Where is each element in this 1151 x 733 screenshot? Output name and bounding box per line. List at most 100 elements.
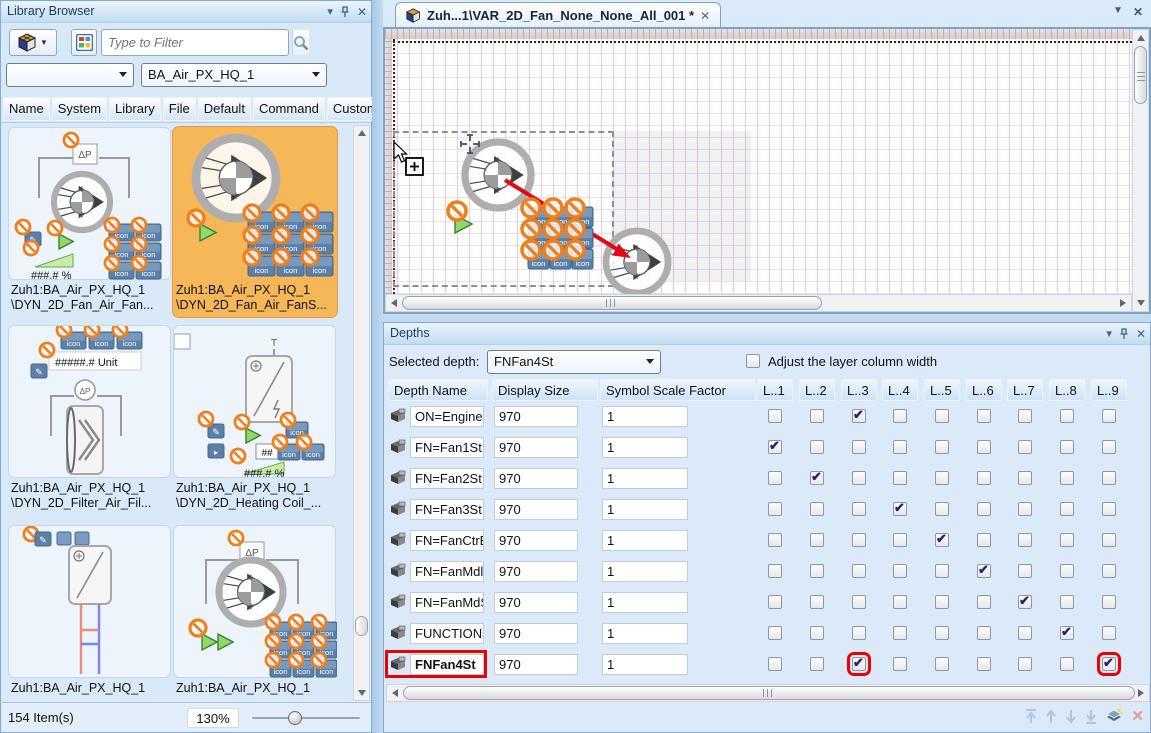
layer-checkbox-L9[interactable] [1102,502,1116,516]
layer-checkbox-L9[interactable] [1102,440,1116,454]
display-size-field[interactable]: 970 [494,499,578,520]
layer-checkbox-L5[interactable] [935,502,949,516]
library-dropdown-2[interactable]: BA_Air_PX_HQ_1 [141,63,327,87]
layer-checkbox-L7[interactable] [1018,626,1032,640]
depth-row[interactable]: FN=Fan3St9701 [384,494,1150,525]
library-item-thumbnail[interactable]: ΔP ✎ ###.# % icon icon icon icon icon [8,127,171,280]
layer-checkbox-L2[interactable] [810,409,824,423]
layer-checkbox-L4[interactable] [893,564,907,578]
panel-menu-icon[interactable]: ▾ [327,7,333,18]
layer-checkbox-L8[interactable] [1060,409,1074,423]
layer-checkbox-L8[interactable] [1060,502,1074,516]
column-header-layer[interactable]: L..9 [1091,379,1127,401]
layer-checkbox-L2[interactable] [810,595,824,609]
layer-checkbox-L1[interactable] [768,657,782,671]
layer-checkbox-L3[interactable] [852,657,866,671]
layer-checkbox-L6[interactable] [977,595,991,609]
depth-name-field[interactable]: FN=FanMdlt|F [410,561,484,582]
depth-name-field[interactable]: FN=Fan3St [410,499,484,520]
layer-checkbox-L4[interactable] [893,657,907,671]
pin-icon[interactable] [340,6,350,18]
adjust-width-checkbox[interactable] [746,354,760,368]
depth-row[interactable]: FN=FanCtrByp9701 [384,525,1150,556]
display-size-field[interactable]: 970 [494,561,578,582]
scale-factor-field[interactable]: 1 [602,437,688,458]
library-tab-default[interactable]: Default [198,97,251,121]
layer-checkbox-L9[interactable] [1102,626,1116,640]
column-header-layer[interactable]: L..6 [966,379,1002,401]
scale-factor-field[interactable]: 1 [602,468,688,489]
library-tab-system[interactable]: System [52,97,107,121]
layer-checkbox-L9[interactable] [1102,657,1116,671]
depth-row[interactable]: FNFan4St9701 [384,649,1150,680]
column-header-layer[interactable]: L..3 [841,379,877,401]
display-size-field[interactable]: 970 [494,623,578,644]
zoom-slider[interactable] [252,717,360,719]
layer-checkbox-L4[interactable] [893,595,907,609]
library-tab-command[interactable]: Command [253,97,325,121]
library-item-thumbnail[interactable]: T✎ ▸ ## icon icon icon ###.# % [173,325,336,478]
drawing-canvas[interactable]: icon icon icon icon icon icon icon icon … [385,39,1132,294]
depth-row[interactable]: FN=Fan2St9701 [384,463,1150,494]
move-up-icon[interactable] [1045,709,1057,724]
layer-checkbox-L4[interactable] [893,471,907,485]
library-item-thumbnail[interactable]: ΔP icon icon icon icon icon icon [173,525,336,678]
library-tab-library[interactable]: Library [109,97,161,121]
layers-icon[interactable] [1105,708,1123,724]
layer-checkbox-L3[interactable] [852,533,866,547]
panel-splitter[interactable] [372,0,383,733]
layer-checkbox-L8[interactable] [1060,564,1074,578]
scroll-up-icon[interactable] [358,130,366,136]
layer-checkbox-L6[interactable] [977,564,991,578]
layer-checkbox-L3[interactable] [852,626,866,640]
scale-factor-field[interactable]: 1 [602,530,688,551]
depth-name-field[interactable]: FN=Fan2St [410,468,484,489]
scrollbar-thumb[interactable] [402,296,822,310]
layer-checkbox-L3[interactable] [852,502,866,516]
layer-checkbox-L5[interactable] [935,440,949,454]
layer-checkbox-L2[interactable] [810,471,824,485]
display-size-field[interactable]: 970 [494,592,578,613]
layer-checkbox-L6[interactable] [977,471,991,485]
pin-icon[interactable] [1119,328,1129,340]
layer-checkbox-L3[interactable] [852,471,866,485]
layer-checkbox-L2[interactable] [810,626,824,640]
library-item[interactable]: ΔP icon icon icon icon icon icon [173,525,337,702]
filter-input[interactable] [102,30,292,55]
layer-checkbox-L8[interactable] [1060,533,1074,547]
move-bottom-icon[interactable] [1085,709,1097,724]
panel-menu-icon[interactable]: ▾ [1106,329,1112,340]
layer-checkbox-L9[interactable] [1102,471,1116,485]
delete-icon[interactable]: ✕ [1131,707,1144,725]
layer-checkbox-L2[interactable] [810,502,824,516]
display-size-field[interactable]: 970 [494,406,578,427]
layer-checkbox-L5[interactable] [935,657,949,671]
layer-checkbox-L5[interactable] [935,471,949,485]
layer-checkbox-L5[interactable] [935,533,949,547]
symbol-type-button[interactable]: ▼ [9,29,57,56]
display-size-field[interactable]: 970 [494,654,578,675]
layer-checkbox-L6[interactable] [977,626,991,640]
layer-checkbox-L1[interactable] [768,409,782,423]
tab-list-icon[interactable]: ▼ [1113,5,1123,19]
library-dropdown-1[interactable] [6,63,134,87]
scroll-down-icon[interactable] [358,690,366,696]
move-down-icon[interactable] [1065,709,1077,724]
tab-close-icon[interactable]: ✕ [700,9,710,23]
layer-checkbox-L4[interactable] [893,409,907,423]
scrollbar-thumb[interactable] [355,616,368,636]
layer-checkbox-L9[interactable] [1102,533,1116,547]
library-scrollbar[interactable] [353,125,370,701]
column-header-layer[interactable]: L..8 [1049,379,1085,401]
layer-checkbox-L6[interactable] [977,440,991,454]
layer-checkbox-L6[interactable] [977,533,991,547]
depth-name-field[interactable]: FN=Fan1St [410,437,484,458]
selected-depth-dropdown[interactable]: FNFan4St [487,350,661,374]
library-item[interactable]: T✎ ▸ ## icon icon icon ###.# %Zuh1:BA_Ai… [173,325,337,515]
close-icon[interactable]: ✕ [357,6,367,18]
zoom-slider-thumb[interactable] [288,711,302,725]
canvas-hscrollbar[interactable] [385,294,1132,312]
layer-checkbox-L6[interactable] [977,409,991,423]
column-header-layer[interactable]: L..4 [882,379,918,401]
layer-checkbox-L9[interactable] [1102,564,1116,578]
